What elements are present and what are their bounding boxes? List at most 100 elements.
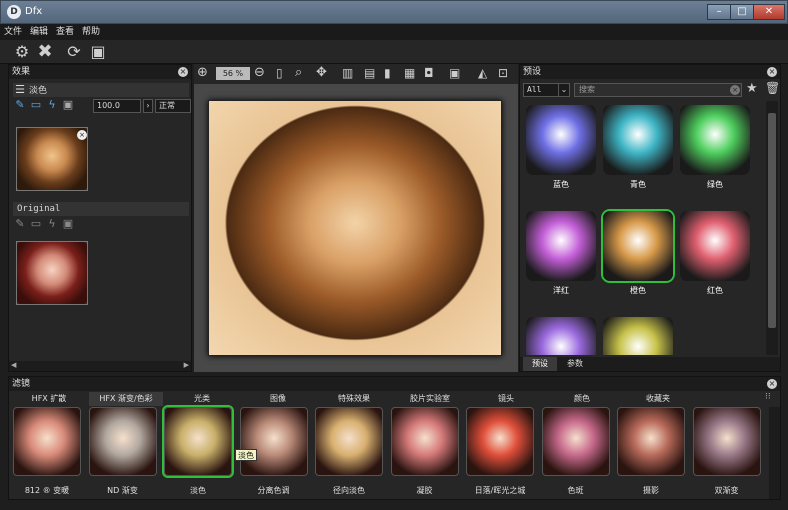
filter-thumbnail[interactable] (692, 407, 761, 476)
layer2-thumbnail-image (17, 242, 87, 304)
clear-search-icon[interactable]: × (730, 85, 740, 95)
filter-thumbnail[interactable] (390, 407, 459, 476)
trash-icon[interactable]: 🗑 (765, 81, 780, 95)
histogram-icon[interactable]: ◭ (478, 66, 487, 80)
preset-item[interactable]: 橙色 (603, 211, 673, 307)
gear-icon[interactable]: ⚙ (12, 43, 32, 61)
minimize-icon[interactable]: – (707, 4, 731, 20)
menu-file[interactable]: 文件 (0, 24, 26, 40)
filter-thumbnail[interactable] (617, 407, 685, 476)
close-window-icon[interactable]: ✕ (753, 4, 785, 20)
zoom-field[interactable]: 56 % (216, 67, 250, 80)
filter-label: 日落/晖光之城 (474, 486, 526, 495)
monitor-icon: ▭ (30, 217, 42, 230)
filter-label: 双渐变 (714, 486, 739, 495)
effects-panel: 效果 × ☰ 淡色 ✎ ▭ ϟ ▣ 100.0 › 正常 × Original ✎ ▭ ϟ ▣ … (8, 64, 192, 372)
effects-scrollbar[interactable]: ◀ ▶ (9, 361, 191, 371)
preset-item[interactable]: 洋红 (526, 211, 596, 307)
layer2-thumbnail[interactable] (16, 241, 88, 305)
close-panel-icon[interactable]: × (767, 67, 777, 77)
fit-frame-icon[interactable]: ▣ (88, 43, 108, 61)
blend-mode-select[interactable]: 正常 (155, 99, 191, 113)
presets-panel-header: 预设 × (520, 65, 780, 79)
lightning-icon[interactable]: ϟ (45, 99, 59, 111)
menu-view[interactable]: 查看 (52, 24, 78, 40)
filters-panel: 滤镜 × HFX 扩散 HFX 渐变/色彩 光类 图像 特殊效果 胶片实验室 镜头 颜色 收藏夹 … (8, 376, 781, 500)
layer2-header[interactable]: Original (13, 202, 189, 216)
preset-item[interactable]: 绿色 (680, 105, 750, 201)
close-panel-icon[interactable]: × (178, 67, 188, 77)
layer1-header[interactable]: ☰ 淡色 (13, 83, 189, 97)
zoom-fit-icon[interactable]: ⌕ (295, 65, 302, 80)
remove-layer-icon[interactable]: × (77, 130, 87, 140)
main-toolbar: ⚙ ✖ ⟳ ▣ (0, 40, 788, 64)
close-panel-icon[interactable]: × (767, 379, 777, 389)
filter-thumbnail[interactable] (88, 407, 157, 476)
monitor-icon[interactable]: ▭ (29, 99, 43, 111)
menu-help[interactable]: 帮助 (78, 24, 104, 40)
filter-label: 径向淡色 (333, 486, 365, 495)
layer1-controls: ✎ ▭ ϟ ▣ 100.0 › 正常 (13, 99, 193, 115)
layer1-thumbnail[interactable]: × (16, 127, 88, 191)
maximize-icon[interactable]: □ (730, 4, 754, 20)
preset-filter-select[interactable]: All (523, 83, 561, 97)
camera-icon[interactable]: ◘ (424, 66, 434, 80)
filter-thumbnail[interactable] (541, 407, 610, 476)
filter-label: ND 渐变 (107, 486, 138, 495)
layer2-controls: ✎ ▭ ϟ ▣ (13, 218, 193, 234)
actual-size-icon[interactable]: ▯ (276, 66, 283, 80)
preset-scrollbar[interactable] (766, 101, 778, 355)
star-icon[interactable]: ★ (746, 81, 758, 96)
tab-presets[interactable]: 预设 (523, 357, 557, 371)
single-view-icon[interactable]: ▮ (384, 66, 391, 80)
preset-item[interactable]: 蓝色 (526, 105, 596, 201)
preset-search-input[interactable]: 搜索 (574, 83, 742, 97)
filter-thumbnail[interactable] (466, 407, 534, 476)
side-by-side-icon[interactable]: ▦ (404, 66, 415, 80)
preset-grid: 蓝色 青色 绿色 洋红 橙色 红色 (520, 101, 766, 355)
filters-panel-header: 滤镜 × (9, 377, 780, 391)
pan-icon[interactable]: ✥ (316, 65, 327, 80)
preset-thumbnail (603, 317, 673, 355)
edit-icon[interactable]: ✎ (13, 99, 27, 111)
filter-label: 分离色调 (257, 486, 290, 495)
filter-thumbnail[interactable] (164, 407, 232, 476)
preset-scroll-thumb[interactable] (768, 113, 776, 328)
canvas-area (194, 84, 518, 372)
close-icon[interactable]: ✖ (35, 43, 55, 61)
scroll-left-icon[interactable]: ◀ (11, 361, 16, 369)
filter-label: 812 ® 变暖 (24, 486, 70, 495)
chevron-down-icon[interactable]: ⌄ (558, 83, 570, 97)
preset-tabs: 预设 参数 (520, 357, 780, 371)
tab-params[interactable]: 参数 (558, 357, 592, 371)
compare-view-icon[interactable]: ▤ (364, 66, 375, 80)
filter-thumbnail[interactable] (315, 407, 383, 476)
scroll-right-icon[interactable]: ▶ (184, 361, 189, 369)
filter-thumbnail[interactable] (239, 407, 308, 476)
preset-thumbnail (603, 105, 673, 175)
menu-edit[interactable]: 编辑 (26, 24, 52, 40)
filter-thumbnail[interactable] (13, 407, 81, 476)
filter-label: 色斑 (567, 486, 584, 495)
main-image[interactable] (208, 100, 502, 356)
opacity-arrow-icon[interactable]: › (143, 99, 153, 113)
frame-icon[interactable]: ▣ (449, 66, 460, 80)
mask-icon[interactable]: ▣ (61, 99, 75, 111)
effects-panel-title: 效果 (12, 67, 31, 77)
preset-thumbnail (526, 317, 596, 355)
preview-icon[interactable]: ⊡ (498, 66, 508, 80)
opacity-field[interactable]: 100.0 (93, 99, 141, 113)
preset-label: 橙色 (630, 286, 646, 295)
zoom-out-icon[interactable]: ⊖ (254, 65, 265, 80)
zoom-in-icon[interactable]: ⊕ (197, 65, 208, 80)
refresh-icon[interactable]: ⟳ (64, 43, 84, 61)
preset-item[interactable]: 红色 (680, 211, 750, 307)
filter-scrollbar[interactable] (769, 407, 780, 499)
preset-item[interactable] (526, 317, 596, 355)
split-view-icon[interactable]: ▥ (342, 66, 353, 80)
preset-item[interactable] (603, 317, 673, 355)
filter-label: 摄影 (643, 486, 659, 495)
layer-list-icon: ☰ (15, 83, 25, 96)
preset-thumbnail (680, 105, 750, 175)
preset-item[interactable]: 青色 (603, 105, 673, 201)
